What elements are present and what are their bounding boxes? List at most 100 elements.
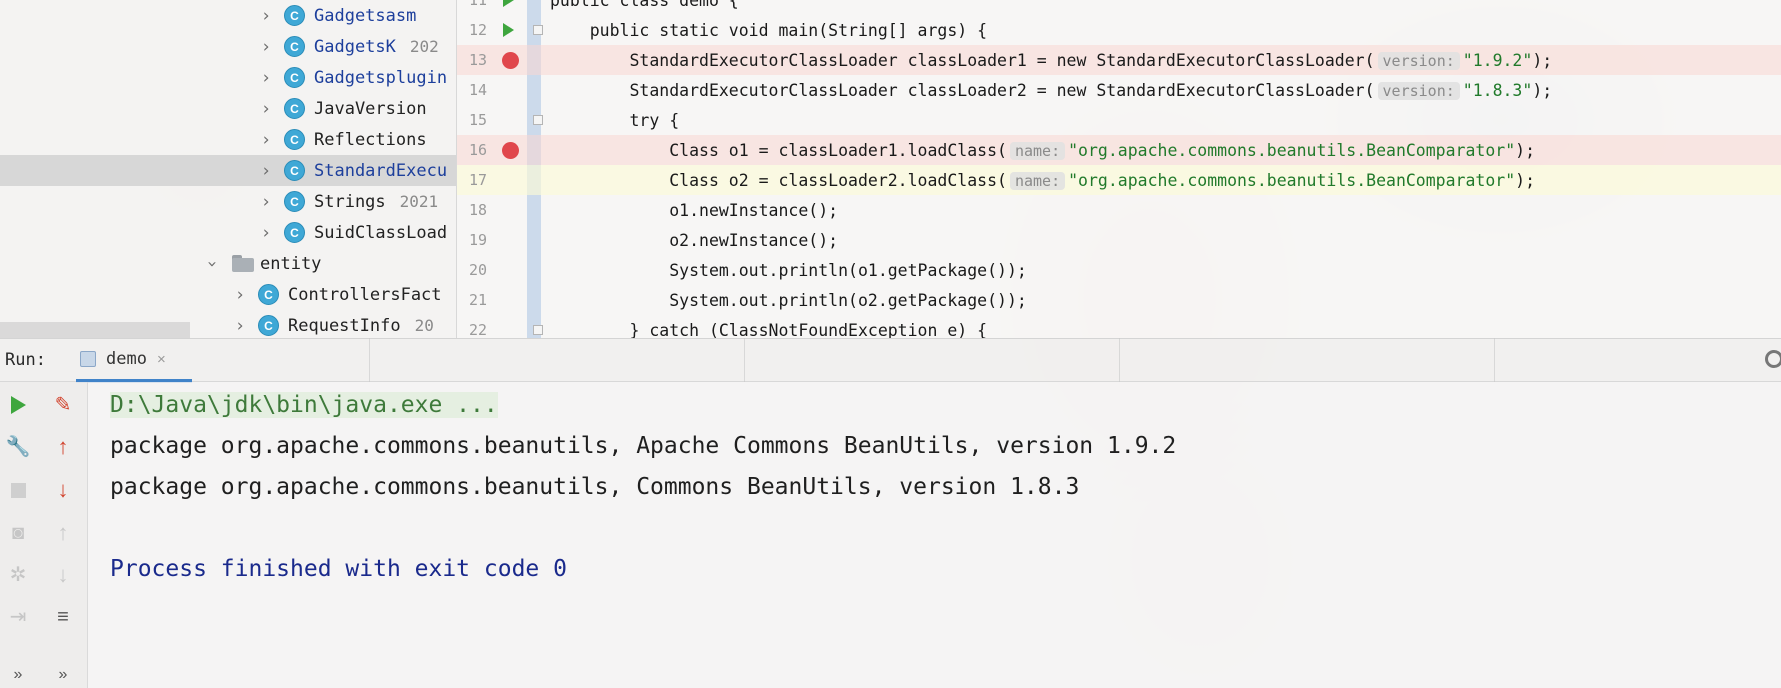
chevron-right-icon[interactable]: › bbox=[232, 285, 248, 305]
line-number: 21 bbox=[468, 291, 487, 309]
clear-all-button[interactable]: ✎ bbox=[50, 392, 76, 418]
chevron-right-icon[interactable]: › bbox=[258, 37, 274, 57]
breakpoint-icon[interactable] bbox=[502, 51, 519, 69]
run-gutter-icon[interactable] bbox=[503, 0, 514, 7]
dump-threads-button[interactable]: ◙ bbox=[5, 520, 31, 546]
more-actions-button-2[interactable]: » bbox=[50, 662, 76, 688]
scroll-up-button[interactable]: ↑ bbox=[50, 520, 76, 546]
exit-icon: ⇥ bbox=[9, 606, 27, 628]
chevron-right-icon[interactable]: › bbox=[232, 316, 248, 336]
tree-item-gadgetsplugin[interactable]: › C Gadgetsplugin bbox=[0, 62, 457, 93]
console-command-line[interactable]: D:\Java\jdk\bin\java.exe ... bbox=[110, 392, 498, 418]
class-icon: C bbox=[258, 284, 279, 305]
code-text: public class demo { bbox=[550, 0, 739, 10]
next-occurrence-button[interactable]: ↓ bbox=[50, 477, 76, 503]
exit-button[interactable]: ⇥ bbox=[5, 604, 31, 630]
tree-item-label: Reflections bbox=[314, 129, 427, 150]
code-line[interactable]: 20 System.out.println(o1.getPackage()); bbox=[457, 255, 1781, 285]
run-gutter-icon[interactable] bbox=[503, 23, 514, 37]
tree-item-suidclassloader[interactable]: › C SuidClassLoad bbox=[0, 217, 457, 248]
class-icon: C bbox=[284, 160, 305, 181]
more-actions-button[interactable]: » bbox=[5, 662, 31, 688]
code-line[interactable]: 12 public static void main(String[] args… bbox=[457, 15, 1781, 45]
class-icon: C bbox=[284, 67, 305, 88]
debug-button[interactable]: ✲ bbox=[5, 562, 31, 588]
code-line-breakpoint[interactable]: 16 Class o1 = classLoader1.loadClass(nam… bbox=[457, 135, 1781, 165]
tree-item-standardexecutor[interactable]: › C StandardExecu bbox=[0, 155, 457, 186]
console-line: package org.apache.commons.beanutils, Co… bbox=[110, 474, 1080, 500]
code-line-breakpoint[interactable]: 13 StandardExecutorClassLoader classLoad… bbox=[457, 45, 1781, 75]
fold-marker-icon[interactable] bbox=[533, 115, 543, 125]
parameter-hint: name: bbox=[1009, 141, 1066, 160]
divider bbox=[369, 338, 370, 382]
chevron-down-icon[interactable]: › bbox=[202, 256, 222, 272]
double-chevron-icon: » bbox=[58, 666, 68, 683]
code-text: o1.newInstance(); bbox=[550, 200, 839, 220]
line-number: 12 bbox=[468, 21, 487, 39]
code-line-current[interactable]: 17 Class o2 = classLoader2.loadClass(nam… bbox=[457, 165, 1781, 195]
tree-item-reflections[interactable]: › C Reflections bbox=[0, 124, 457, 155]
code-text: Class o1 = classLoader1.loadClass(name: "… bbox=[550, 140, 1536, 160]
tree-item-date: 20 bbox=[414, 316, 434, 335]
tree-item-label: ControllersFact bbox=[288, 284, 442, 305]
line-number: 13 bbox=[468, 51, 487, 69]
run-toolbar: ✎ 🔧 ↑ ↓ ◙ ↑ ✲ ↓ ⇥ ≡ » » bbox=[0, 382, 88, 688]
close-icon[interactable]: × bbox=[157, 351, 166, 368]
tree-item-label: entity bbox=[260, 253, 322, 274]
chevron-right-icon[interactable]: › bbox=[258, 130, 274, 150]
divider bbox=[744, 338, 745, 382]
code-line[interactable]: 15 try { bbox=[457, 105, 1781, 135]
camera-icon: ◙ bbox=[11, 522, 25, 544]
soft-wrap-button[interactable]: ≡ bbox=[50, 604, 76, 630]
code-line[interactable]: 11 public class demo { bbox=[457, 0, 1781, 15]
previous-occurrence-button[interactable]: ↑ bbox=[50, 434, 76, 460]
wrench-icon: 🔧 bbox=[5, 436, 31, 458]
run-tool-window-header: Run: demo × bbox=[0, 338, 1781, 383]
package-folder-icon bbox=[232, 255, 254, 272]
line-number: 18 bbox=[468, 201, 487, 219]
tab-demo[interactable]: demo × bbox=[76, 339, 192, 383]
code-text: System.out.println(o2.getPackage()); bbox=[550, 290, 1027, 310]
arrow-up-icon: ↑ bbox=[57, 520, 69, 545]
tree-item-controllersfactory[interactable]: › C ControllersFact bbox=[0, 279, 457, 310]
eraser-icon: ✎ bbox=[54, 394, 72, 416]
code-text: StandardExecutorClassLoader classLoader1… bbox=[550, 50, 1553, 70]
tree-item-gadgetsasm[interactable]: › C Gadgetsasm bbox=[0, 0, 457, 31]
fold-marker-icon[interactable] bbox=[533, 325, 543, 335]
code-line[interactable]: 22 } catch (ClassNotFoundException e) { bbox=[457, 315, 1781, 339]
code-line[interactable]: 21 System.out.println(o2.getPackage()); bbox=[457, 285, 1781, 315]
line-number: 11 bbox=[468, 0, 487, 9]
chevron-right-icon[interactable]: › bbox=[258, 68, 274, 88]
scroll-down-button[interactable]: ↓ bbox=[50, 562, 76, 588]
console-output[interactable]: D:\Java\jdk\bin\java.exe ... package org… bbox=[88, 382, 1781, 688]
chevron-right-icon[interactable]: › bbox=[258, 99, 274, 119]
tree-item-strings[interactable]: › C Strings 2021 bbox=[0, 186, 457, 217]
horizontal-scrollbar[interactable] bbox=[0, 322, 190, 338]
chevron-right-icon[interactable]: › bbox=[258, 6, 274, 26]
breakpoint-icon[interactable] bbox=[502, 141, 519, 159]
chevron-right-icon[interactable]: › bbox=[258, 192, 274, 212]
code-line[interactable]: 19 o2.newInstance(); bbox=[457, 225, 1781, 255]
tree-item-label: GadgetsK bbox=[314, 36, 396, 57]
tree-item-javaversion[interactable]: › C JavaVersion bbox=[0, 93, 457, 124]
code-editor[interactable]: 11 public class demo { 12 public static … bbox=[457, 0, 1781, 338]
rerun-button[interactable] bbox=[5, 392, 31, 418]
stop-button[interactable] bbox=[5, 477, 31, 503]
line-number: 22 bbox=[468, 321, 487, 338]
tree-item-label: StandardExecu bbox=[314, 160, 448, 181]
line-number: 20 bbox=[468, 261, 487, 279]
code-line[interactable]: 18 o1.newInstance(); bbox=[457, 195, 1781, 225]
tree-item-entity[interactable]: › entity bbox=[0, 248, 457, 279]
gear-icon[interactable] bbox=[1765, 350, 1781, 368]
tree-item-gadgetsk[interactable]: › C GadgetsK 202 bbox=[0, 31, 457, 62]
play-icon bbox=[10, 396, 26, 414]
console-line: package org.apache.commons.beanutils, Ap… bbox=[110, 433, 1177, 459]
tree-item-date: 2021 bbox=[399, 192, 439, 211]
tree-item-label: SuidClassLoad bbox=[314, 222, 448, 243]
chevron-right-icon[interactable]: › bbox=[258, 161, 274, 181]
edit-configuration-button[interactable]: 🔧 bbox=[5, 434, 31, 460]
code-line[interactable]: 14 StandardExecutorClassLoader classLoad… bbox=[457, 75, 1781, 105]
fold-marker-icon[interactable] bbox=[533, 25, 543, 35]
tree-item-label: Gadgetsplugin bbox=[314, 67, 448, 88]
chevron-right-icon[interactable]: › bbox=[258, 223, 274, 243]
